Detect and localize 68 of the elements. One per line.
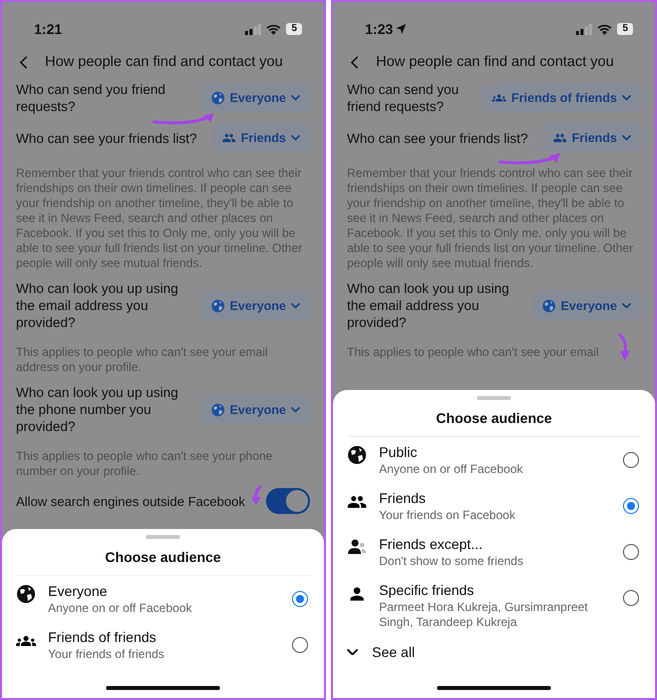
- radio-button[interactable]: [623, 452, 639, 468]
- caret-icon: [291, 302, 300, 308]
- setting-description: Remember that your friends control who can see their friendships on their own timelines. If people can see your friendship on another timeline, they'll be able to see it in News Feed, search and other places on Facebook. If you set this to Only me, only you will be able to see your full friends list on your timeline. Other people will only see mutual friends.: [16, 166, 304, 271]
- option-description: Don't show to some friends: [379, 554, 524, 569]
- setting-question: Who can see your friends list?: [16, 130, 198, 146]
- option-description: Parmeet Hora Kukreja, Gursimranpreet Singh, Tarandeep Kukreja: [379, 600, 589, 630]
- signal-icon: [576, 24, 592, 34]
- option-description: Your friends of friends: [48, 647, 166, 662]
- battery-level: 5: [617, 23, 633, 35]
- annotation-arrow: [617, 333, 631, 361]
- option-label[interactable]: Friends of friends: [48, 629, 280, 645]
- wifi-icon: [597, 24, 612, 34]
- globe-icon: [210, 91, 225, 105]
- setting-question: Who can look you up using the email address you provided?: [16, 280, 180, 331]
- caret-icon: [622, 302, 631, 308]
- setting-question: Who can look you up using the email address you provided?: [347, 280, 510, 331]
- status-time: 1:23: [365, 21, 394, 37]
- caret-icon: [622, 95, 631, 101]
- option-label[interactable]: Friends: [379, 490, 611, 506]
- option-label[interactable]: Specific friends: [379, 582, 611, 598]
- caret-icon: [291, 135, 300, 141]
- annotation-arrow: [151, 114, 217, 124]
- globe-icon: [210, 402, 225, 416]
- setting-question: Who can look you up using the phone number you provided?: [16, 384, 180, 435]
- option-description: Anyone on or off Facebook: [379, 462, 524, 477]
- caret-icon: [291, 95, 300, 101]
- annotation-arrow: [497, 153, 563, 164]
- battery-level: 5: [286, 23, 302, 35]
- option-label[interactable]: Everyone: [48, 583, 280, 599]
- globe-icon: [542, 298, 556, 312]
- option-description: Your friends on Facebook: [379, 508, 516, 523]
- caret-icon: [291, 406, 300, 412]
- wifi-icon: [266, 24, 282, 34]
- chevron-icon: [347, 648, 358, 656]
- globe-icon: [16, 584, 36, 604]
- radio-button[interactable]: [292, 591, 308, 607]
- option-description: Anyone on or off Facebook: [48, 601, 193, 616]
- people-icon: [552, 131, 567, 145]
- setting-description: Remember that your friends control who can see their friendships on their own timelines. If people can see your friendship on another timeline, they'll be able to see it in News Feed, search and other places on Facebook. If you set this to Only me, only you will be able to see your full friends list on your timeline. Other people will only see mutual friends.: [347, 166, 634, 271]
- people-icon: [222, 131, 236, 145]
- setting-description: This applies to people who can't see your email address on your profile.: [16, 345, 269, 375]
- page-title: How people can find and contact you: [376, 54, 614, 70]
- caret-icon: [622, 135, 631, 141]
- radio-button[interactable]: [623, 590, 639, 606]
- option-label[interactable]: Public: [379, 444, 611, 460]
- toggle-switch[interactable]: [266, 488, 310, 514]
- radio-button[interactable]: [623, 544, 639, 560]
- signal-icon: [245, 24, 262, 34]
- globe-icon: [210, 298, 225, 312]
- setting-question: Allow search engines outside Facebook: [16, 492, 246, 510]
- radio-button[interactable]: [623, 498, 639, 514]
- drag-handle[interactable]: [146, 535, 180, 539]
- page-title: How people can find and contact you: [45, 54, 283, 70]
- sheet-title: Choose audience: [16, 539, 310, 576]
- radio-button[interactable]: [292, 637, 308, 653]
- setting-description: This applies to people who can't see your phone number on your profile.: [16, 449, 274, 479]
- drag-handle[interactable]: [477, 396, 511, 400]
- see-all-button[interactable]: See all: [333, 636, 655, 668]
- globe-icon: [347, 445, 367, 465]
- sheet-title: Choose audience: [347, 400, 641, 437]
- status-time: 1:21: [34, 21, 62, 37]
- person-icon: [347, 537, 367, 557]
- setting-description: This applies to people who can't see your email: [347, 345, 599, 360]
- setting-question: Who can send you friend requests?: [16, 81, 166, 115]
- setting-question: Who can send you friend requests?: [347, 81, 460, 115]
- setting-question: Who can see your friends list?: [347, 130, 529, 146]
- option-label[interactable]: Friends except...: [379, 536, 611, 552]
- annotation-arrow: [250, 485, 262, 505]
